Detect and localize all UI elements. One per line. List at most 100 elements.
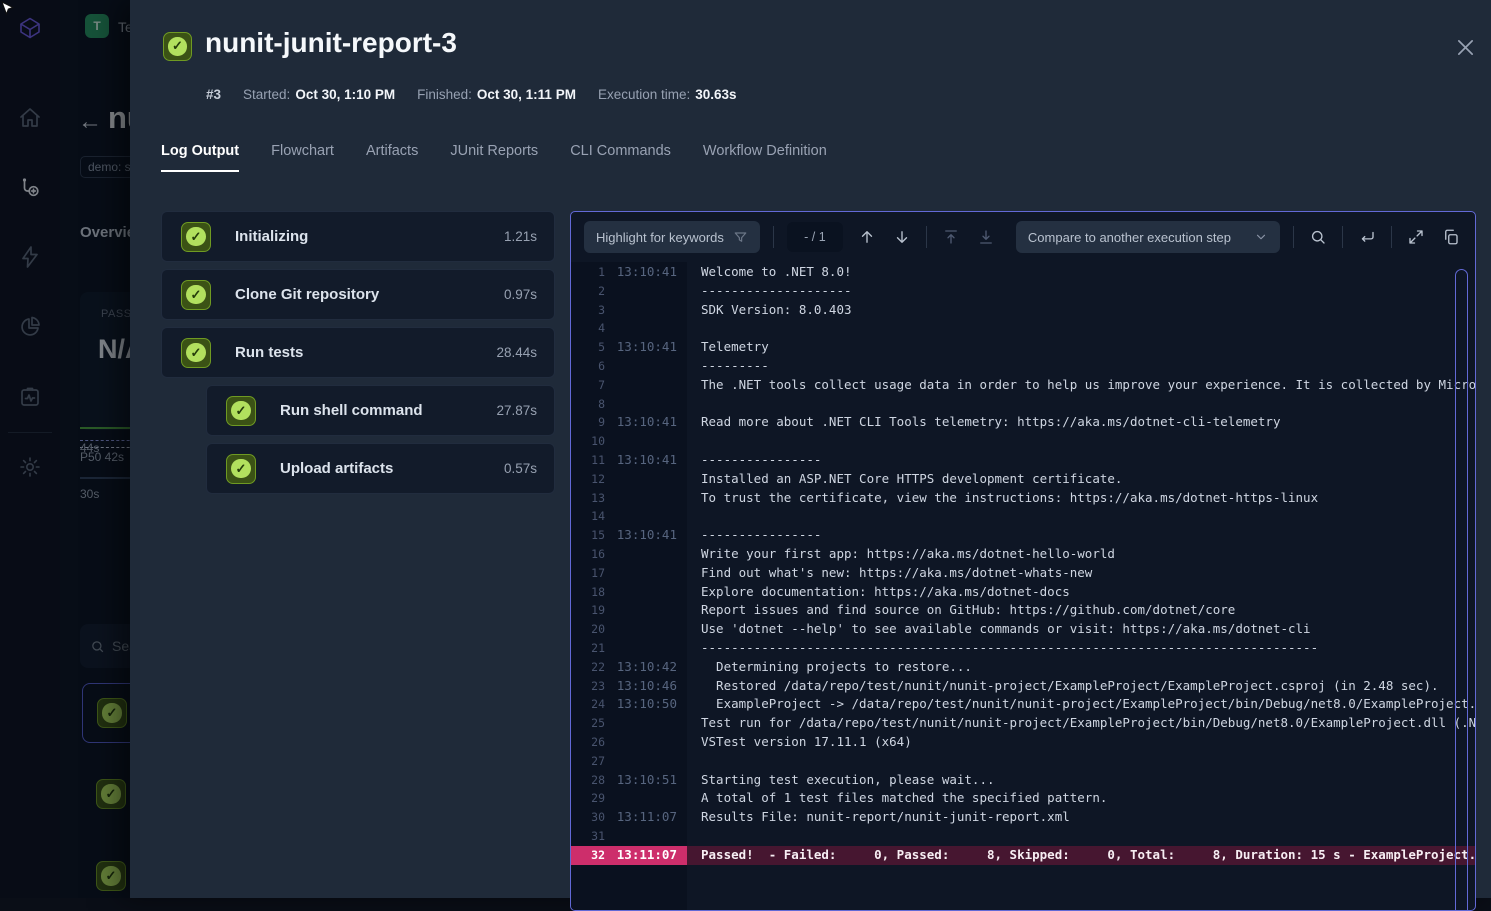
execution-list-item[interactable]: ✓ <box>82 683 130 743</box>
log-line-gutter: 27 <box>571 752 687 771</box>
log-line-2: 2-------------------- <box>571 282 1475 301</box>
log-line-text <box>687 827 1475 846</box>
log-line-text: ExampleProject -> /data/repo/test/nunit/… <box>687 695 1475 714</box>
log-line-timestamp: 13:10:41 <box>605 263 677 282</box>
insights-icon[interactable] <box>18 315 42 339</box>
toolbar-divider <box>1293 226 1294 248</box>
log-line-19: 19Report issues and find source on GitHu… <box>571 601 1475 620</box>
log-line-gutter: 3213:11:07 <box>571 846 687 865</box>
highlight-keywords-select[interactable]: Highlight for keywords <box>584 221 760 253</box>
execution-list-item[interactable]: ✓ <box>82 779 130 809</box>
test-workflows-icon[interactable] <box>18 175 42 199</box>
log-line-number: 2 <box>571 282 605 301</box>
execution-time-value: 30.63s <box>695 87 736 102</box>
log-line-timestamp <box>605 470 677 489</box>
step-status-passed-icon: ✓ <box>226 454 256 484</box>
step-duration: 28.44s <box>496 345 537 360</box>
triggers-icon[interactable] <box>18 245 42 269</box>
tab-cli-commands[interactable]: CLI Commands <box>570 143 671 172</box>
monitoring-icon[interactable] <box>18 385 42 409</box>
log-line-gutter: 13 <box>571 489 687 508</box>
compare-execution-label: Compare to another execution step <box>1028 230 1231 245</box>
compare-execution-select[interactable]: Compare to another execution step <box>1016 221 1280 253</box>
log-line-timestamp <box>605 319 677 338</box>
log-line-number: 20 <box>571 620 605 639</box>
step-clone-git-repository[interactable]: ✓Clone Git repository0.97s <box>161 269 555 320</box>
log-line-number: 17 <box>571 564 605 583</box>
log-line-timestamp <box>605 545 677 564</box>
overview-label: Overview <box>80 224 130 241</box>
back-arrow-icon[interactable]: ← <box>78 108 102 136</box>
run-number: #3 <box>206 87 221 102</box>
log-line-32: 3213:11:07Passed! - Failed: 0, Passed: 8… <box>571 846 1475 865</box>
toolbar-divider <box>773 226 774 248</box>
copy-log-icon[interactable] <box>1440 226 1462 248</box>
environment-avatar[interactable]: T <box>85 14 109 38</box>
log-line-number: 29 <box>571 789 605 808</box>
execution-list-item[interactable]: ✓ <box>82 861 130 891</box>
log-line-gutter: 113:10:41 <box>571 263 687 282</box>
log-line-10: 10 <box>571 432 1475 451</box>
tab-artifacts[interactable]: Artifacts <box>366 143 418 172</box>
home-icon[interactable] <box>18 106 42 130</box>
log-line-timestamp <box>605 827 677 846</box>
log-line-16: 16Write your first app: https://aka.ms/d… <box>571 545 1475 564</box>
step-upload-artifacts[interactable]: ✓Upload artifacts0.57s <box>206 443 555 494</box>
log-lines[interactable]: 113:10:41Welcome to .NET 8.0!2----------… <box>571 263 1475 910</box>
log-line-gutter: 2 <box>571 282 687 301</box>
tab-workflow-definition[interactable]: Workflow Definition <box>703 143 827 172</box>
executions-search-input[interactable]: Sea <box>80 624 130 668</box>
previous-match-icon[interactable] <box>856 226 878 248</box>
search-match-counter: - / 1 <box>787 222 843 252</box>
log-line-timestamp <box>605 733 677 752</box>
close-icon[interactable] <box>1449 31 1481 63</box>
log-line-30: 3013:11:07Results File: nunit-report/nun… <box>571 808 1475 827</box>
log-line-3: 3SDK Version: 8.0.403 <box>571 301 1475 320</box>
step-duration: 0.97s <box>504 287 537 302</box>
log-line-gutter: 6 <box>571 357 687 376</box>
log-line-number: 26 <box>571 733 605 752</box>
environment-name[interactable]: Tes <box>118 19 130 35</box>
log-scrollbar-thumb[interactable] <box>1455 269 1468 911</box>
log-line-gutter: 18 <box>571 583 687 602</box>
log-line-gutter: 21 <box>571 639 687 658</box>
execution-title: nunit-junit-report-3 <box>205 27 457 59</box>
log-line-number: 30 <box>571 808 605 827</box>
log-line-timestamp: 13:10:51 <box>605 771 677 790</box>
tab-flowchart[interactable]: Flowchart <box>271 143 334 172</box>
log-line-31: 31 <box>571 827 1475 846</box>
fullscreen-expand-icon[interactable] <box>1405 226 1427 248</box>
log-line-timestamp <box>605 357 677 376</box>
app-sidebar <box>0 0 60 898</box>
log-line-text <box>687 507 1475 526</box>
tab-log-output[interactable]: Log Output <box>161 143 239 172</box>
step-run-tests[interactable]: ✓Run tests28.44s <box>161 327 555 378</box>
log-line-number: 32 <box>571 846 605 865</box>
scroll-to-bottom-icon[interactable] <box>975 226 997 248</box>
next-match-icon[interactable] <box>891 226 913 248</box>
search-text: Sea <box>112 638 130 654</box>
log-line-11: 1113:10:41---------------- <box>571 451 1475 470</box>
step-initializing[interactable]: ✓Initializing1.21s <box>161 211 555 262</box>
tab-junit-reports[interactable]: JUnit Reports <box>450 143 538 172</box>
log-line-gutter: 8 <box>571 395 687 414</box>
log-line-number: 16 <box>571 545 605 564</box>
app-logo-icon[interactable] <box>18 16 42 40</box>
log-line-text: Test run for /data/repo/test/nunit/nunit… <box>687 714 1475 733</box>
log-line-text: ---------------- <box>687 451 1475 470</box>
log-line-timestamp: 13:10:42 <box>605 658 677 677</box>
log-line-timestamp <box>605 714 677 733</box>
log-line-number: 8 <box>571 395 605 414</box>
settings-gear-icon[interactable] <box>18 455 42 479</box>
step-status-passed-icon: ✓ <box>226 396 256 426</box>
wrap-lines-icon[interactable] <box>1356 226 1378 248</box>
scroll-to-top-icon[interactable] <box>940 226 962 248</box>
log-line-timestamp: 13:10:46 <box>605 677 677 696</box>
log-line-timestamp <box>605 789 677 808</box>
step-label: Upload artifacts <box>280 460 393 477</box>
search-log-icon[interactable] <box>1307 226 1329 248</box>
log-line-number: 7 <box>571 376 605 395</box>
log-line-number: 10 <box>571 432 605 451</box>
step-run-shell-command[interactable]: ✓Run shell command27.87s <box>206 385 555 436</box>
log-line-gutter: 2313:10:46 <box>571 677 687 696</box>
